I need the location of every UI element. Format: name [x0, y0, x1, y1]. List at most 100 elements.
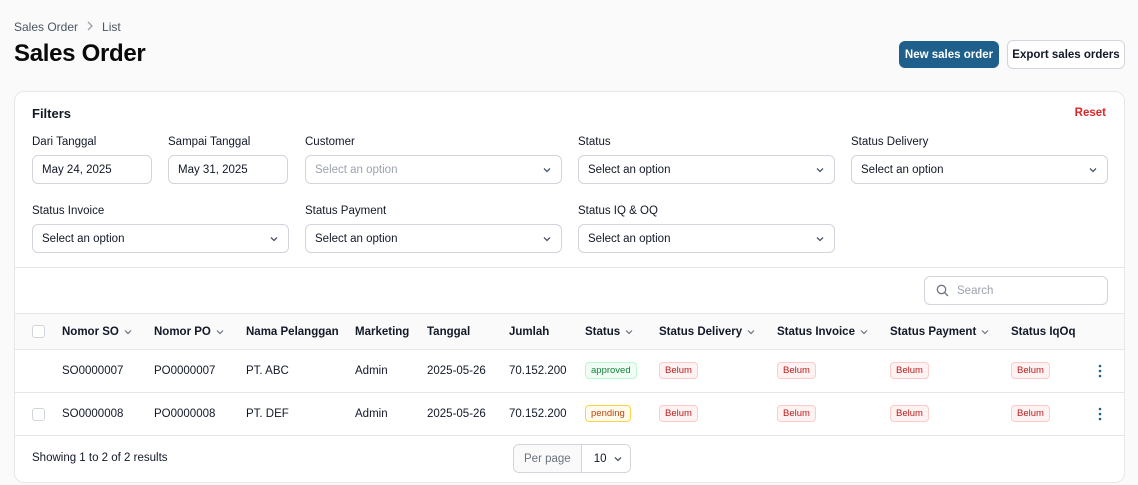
per-page-value: 10 [593, 452, 607, 465]
sampai-tanggal-input[interactable]: May 31, 2025 [168, 155, 288, 184]
column-status-payment[interactable]: Status Payment [890, 326, 989, 338]
column-status[interactable]: Status [585, 326, 633, 338]
column-marketing: Marketing [355, 326, 410, 338]
customer-field: Customer Select an option [305, 136, 562, 184]
chevron-down-icon [270, 237, 278, 242]
breadcrumb: Sales Order List [14, 20, 121, 34]
column-nomor-so[interactable]: Nomor SO [62, 326, 132, 338]
column-nomor-po[interactable]: Nomor PO [154, 326, 224, 338]
breadcrumb-sales-order[interactable]: Sales Order [14, 20, 78, 34]
status-field: Status Select an option [578, 136, 835, 184]
status-invoice-label: Status Invoice [32, 205, 105, 217]
dari-tanggal-label: Dari Tanggal [32, 136, 97, 148]
export-sales-orders-button[interactable]: Export sales orders [1007, 40, 1125, 69]
column-status-invoice[interactable]: Status Invoice [777, 326, 868, 338]
status-delivery-value: Select an option [861, 163, 944, 176]
column-status-delivery[interactable]: Status Delivery [659, 326, 755, 338]
delivery-badge: Belum [659, 405, 698, 422]
dari-tanggal-field: Dari Tanggal May 24, 2025 [32, 136, 152, 184]
column-jumlah: Jumlah [509, 326, 550, 338]
status-payment-field: Status Payment Select an option [305, 205, 562, 253]
pelanggan-cell: PT. DEF [246, 408, 289, 420]
more-actions-icon[interactable] [1097, 363, 1103, 379]
status-badge: pending [585, 405, 631, 422]
status-delivery-select[interactable]: Select an option [851, 155, 1108, 184]
chevron-down-icon [816, 237, 824, 242]
delivery-badge: Belum [659, 362, 698, 379]
page-title: Sales Order [14, 40, 146, 67]
iqoq-badge: Belum [1011, 405, 1050, 422]
per-page-value-wrap[interactable]: 10 [581, 445, 631, 472]
status-value: Select an option [588, 163, 671, 176]
status-delivery-field: Status Delivery Select an option [851, 136, 1108, 184]
chevron-down-icon [543, 237, 551, 242]
status-iq-oq-select[interactable]: Select an option [578, 224, 835, 253]
tanggal-cell: 2025-05-26 [427, 365, 486, 377]
filters-title: Filters [32, 106, 72, 121]
status-iq-oq-value: Select an option [588, 232, 671, 245]
per-page-label: Per page [514, 445, 582, 472]
marketing-cell: Admin [355, 365, 388, 377]
dari-tanggal-input[interactable]: May 24, 2025 [32, 155, 152, 184]
chevron-down-icon [216, 330, 224, 335]
filters-divider [15, 267, 1124, 268]
nomor-po-cell: PO0000007 [154, 365, 216, 377]
jumlah-cell: 70.152.200 [509, 408, 567, 420]
chevron-down-icon [615, 456, 622, 461]
jumlah-cell: 70.152.200 [509, 365, 567, 377]
status-invoice-select[interactable]: Select an option [32, 224, 289, 253]
reset-filters-link[interactable]: Reset [1075, 107, 1106, 119]
status-select[interactable]: Select an option [578, 155, 835, 184]
chevron-down-icon [860, 330, 868, 335]
status-iq-oq-label: Status IQ & OQ [578, 205, 658, 217]
status-payment-select[interactable]: Select an option [305, 224, 562, 253]
sampai-tanggal-field: Sampai Tanggal May 31, 2025 [168, 136, 288, 184]
chevron-down-icon [625, 330, 633, 335]
more-actions-icon[interactable] [1097, 406, 1103, 422]
invoice-badge: Belum [777, 405, 816, 422]
search-input[interactable]: Search [924, 276, 1108, 305]
invoice-badge: Belum [777, 362, 816, 379]
table-header: Nomor SO Nomor PO Nama Pelanggan Marketi… [15, 313, 1124, 350]
pagination-summary: Showing 1 to 2 of 2 results [32, 452, 168, 464]
status-delivery-label: Status Delivery [851, 136, 929, 148]
row-checkbox[interactable] [32, 408, 45, 421]
customer-label: Customer [305, 136, 355, 148]
nomor-so-cell: SO0000007 [62, 365, 124, 377]
marketing-cell: Admin [355, 408, 388, 420]
customer-select[interactable]: Select an option [305, 155, 562, 184]
pelanggan-cell: PT. ABC [246, 365, 289, 377]
chevron-down-icon [1089, 168, 1097, 173]
per-page-select[interactable]: Per page 10 [513, 444, 632, 473]
chevron-right-icon [86, 21, 94, 34]
status-invoice-field: Status Invoice Select an option [32, 205, 289, 253]
chevron-down-icon [747, 330, 755, 335]
new-sales-order-button[interactable]: New sales order [899, 41, 999, 68]
sampai-tanggal-value: May 31, 2025 [178, 163, 248, 176]
search-icon [936, 284, 949, 297]
chevron-down-icon [816, 168, 824, 173]
table-row[interactable]: SO0000008 PO0000008 PT. DEF Admin 2025-0… [15, 393, 1124, 436]
status-payment-value: Select an option [315, 232, 398, 245]
status-label: Status [578, 136, 611, 148]
customer-placeholder: Select an option [315, 163, 398, 176]
payment-badge: Belum [890, 362, 929, 379]
table-row[interactable]: SO0000007 PO0000007 PT. ABC Admin 2025-0… [15, 350, 1124, 393]
breadcrumb-list: List [102, 20, 121, 34]
status-invoice-value: Select an option [42, 232, 125, 245]
search-placeholder: Search [957, 284, 994, 297]
chevron-down-icon [543, 168, 551, 173]
column-status-iqoq: Status IqOq [1011, 326, 1076, 338]
status-payment-label: Status Payment [305, 205, 387, 217]
select-all-checkbox[interactable] [32, 325, 45, 338]
sampai-tanggal-label: Sampai Tanggal [168, 136, 251, 148]
column-nama-pelanggan: Nama Pelanggan [246, 326, 339, 338]
nomor-so-cell: SO0000008 [62, 408, 124, 420]
status-badge: approved [585, 362, 637, 379]
tanggal-cell: 2025-05-26 [427, 408, 486, 420]
sales-order-card: Filters Reset Dari Tanggal May 24, 2025 … [14, 91, 1125, 483]
chevron-down-icon [981, 330, 989, 335]
column-tanggal: Tanggal [427, 326, 471, 338]
dari-tanggal-value: May 24, 2025 [42, 163, 112, 176]
nomor-po-cell: PO0000008 [154, 408, 216, 420]
